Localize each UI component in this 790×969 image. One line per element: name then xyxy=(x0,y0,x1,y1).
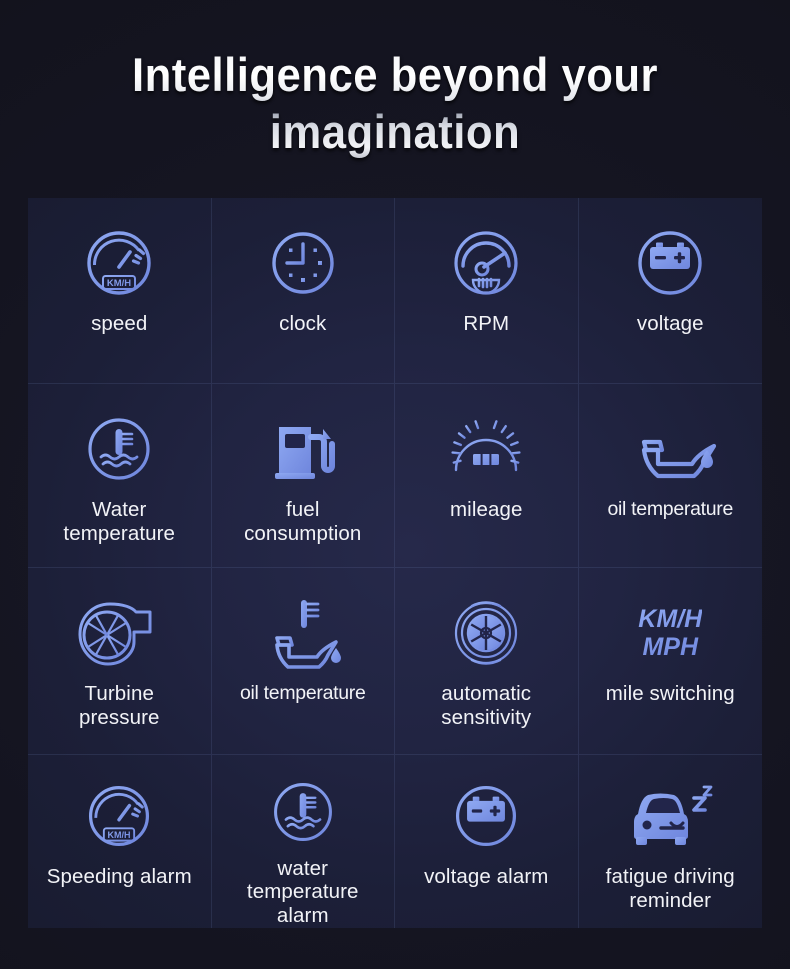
feature-label: clock xyxy=(279,312,327,335)
battery-icon xyxy=(632,220,708,306)
feature-cell-speed[interactable]: KM/H speed xyxy=(28,198,212,384)
fuel-pump-icon xyxy=(267,406,339,492)
feature-label: water temperature alarm xyxy=(246,856,359,928)
feature-label: automatic sensitivity xyxy=(441,682,532,729)
feature-cell-water-temperature-alarm[interactable]: water temperature alarm xyxy=(212,755,395,928)
battery-icon xyxy=(450,773,522,859)
feature-cell-fuel-consumption[interactable]: fuel consumption xyxy=(211,384,395,568)
feature-cell-speeding-alarm[interactable]: KM/H Speeding alarm xyxy=(28,755,212,928)
water-temperature-icon xyxy=(268,773,338,851)
feature-cell-oil-temperature-2[interactable]: oil temperature xyxy=(211,568,395,755)
page-title: Intelligence beyond your imagination xyxy=(97,46,692,161)
feature-cell-oil-temperature[interactable]: oil temperature xyxy=(578,384,762,568)
feature-cell-rpm[interactable]: RPM xyxy=(395,198,579,384)
feature-label: RPM xyxy=(463,312,510,335)
feature-cell-automatic-sensitivity[interactable]: automatic sensitivity xyxy=(395,568,579,755)
feature-cell-turbine-pressure[interactable]: Turbine pressure xyxy=(28,568,212,755)
feature-label: speed xyxy=(91,312,148,335)
feature-label: oil temperature xyxy=(607,498,734,520)
unit-labels: KM/H MPH xyxy=(638,605,703,661)
feature-label: mileage xyxy=(450,498,523,521)
feature-label: Speeding alarm xyxy=(46,865,192,888)
water-temperature-icon xyxy=(82,406,156,492)
rpm-gauge-icon xyxy=(448,220,524,306)
feature-label: mile switching xyxy=(605,682,735,705)
speedometer-kmh-icon: KM/H xyxy=(81,220,157,306)
feature-cell-fatigue-driving-reminder[interactable]: fatigue driving reminder xyxy=(579,755,763,928)
feature-label: fuel consumption xyxy=(244,498,362,545)
oil-can-icon xyxy=(622,406,718,492)
aperture-icon xyxy=(448,590,524,676)
svg-text:KM/H: KM/H xyxy=(107,278,131,289)
feature-cell-voltage[interactable]: voltage xyxy=(578,198,762,384)
odometer-icon xyxy=(447,406,525,492)
feature-label: Water temperature xyxy=(63,498,176,545)
kmh-mph-text-icon: KM/H MPH xyxy=(638,590,702,676)
feature-cell-mile-switching[interactable]: KM/H MPH mile switching xyxy=(578,568,762,755)
feature-cell-clock[interactable]: clock xyxy=(211,198,395,384)
feature-label: Turbine pressure xyxy=(78,682,160,729)
page-title-container: Intelligence beyond your imagination xyxy=(0,0,790,161)
feature-cell-water-temperature[interactable]: Water temperature xyxy=(28,384,212,568)
svg-text:KM/H: KM/H xyxy=(108,830,131,840)
feature-cell-mileage[interactable]: mileage xyxy=(395,384,579,568)
feature-grid: KM/H speed clock RPM voltage Water tempe… xyxy=(28,198,762,928)
feature-label: fatigue driving reminder xyxy=(605,865,735,912)
turbocharger-icon xyxy=(74,590,164,676)
speedometer-kmh-icon: KM/H xyxy=(83,773,155,859)
feature-cell-voltage-alarm[interactable]: voltage alarm xyxy=(395,755,579,928)
promo-page: Intelligence beyond your imagination KM/… xyxy=(0,0,790,969)
feature-label: oil temperature xyxy=(239,682,366,704)
feature-label: voltage xyxy=(636,312,704,335)
oil-can-thermometer-icon xyxy=(257,590,349,676)
clock-icon xyxy=(266,220,340,306)
sleeping-car-icon xyxy=(624,773,716,859)
feature-label: voltage alarm xyxy=(424,865,549,888)
